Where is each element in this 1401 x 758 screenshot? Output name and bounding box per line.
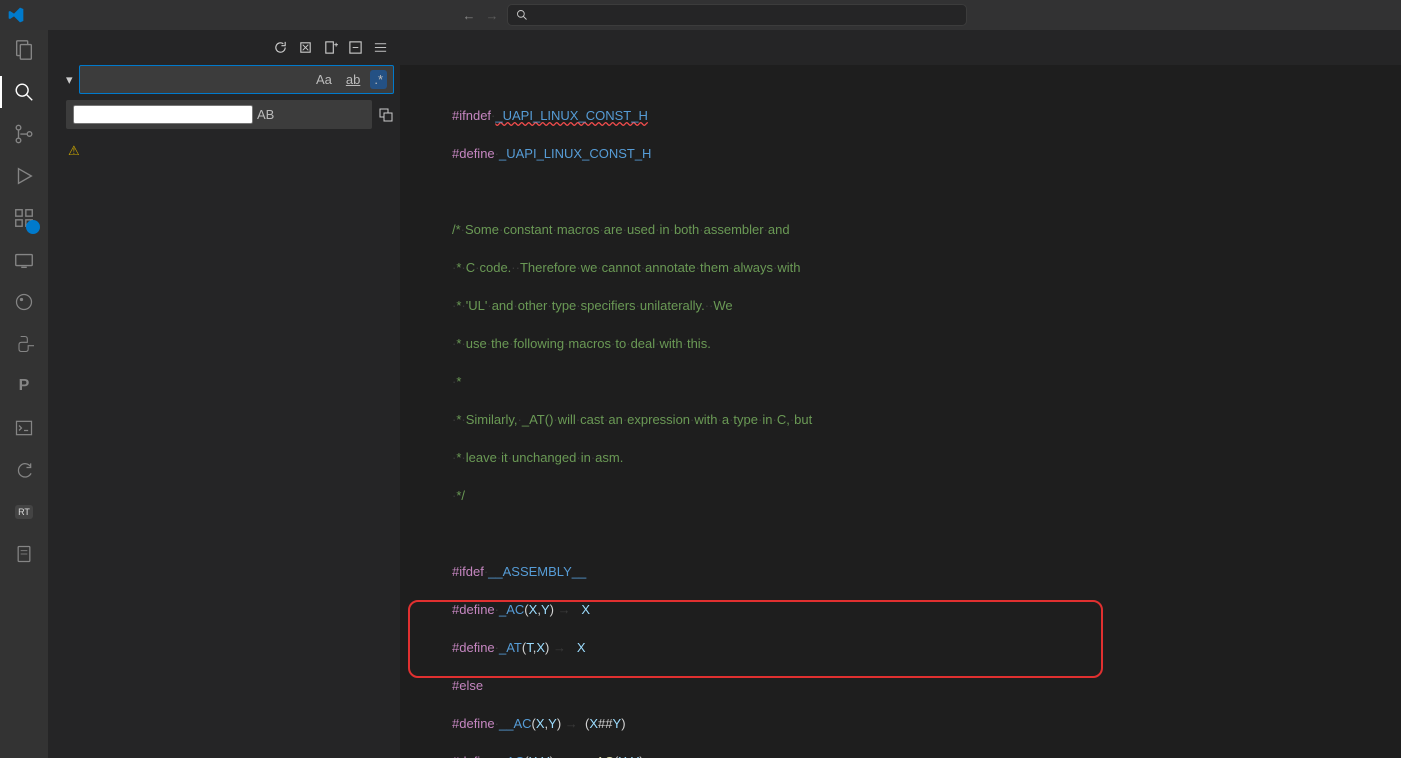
source-control-icon[interactable] — [12, 122, 36, 146]
new-file-icon[interactable] — [323, 40, 338, 55]
clear-icon[interactable] — [298, 40, 313, 55]
whole-word-toggle[interactable]: ab — [342, 70, 364, 89]
nav-fwd-icon[interactable]: → — [486, 8, 499, 23]
search-input-field[interactable] — [86, 72, 312, 87]
explorer-icon[interactable] — [12, 38, 36, 62]
command-center[interactable] — [507, 4, 967, 26]
highlight-box — [408, 600, 1103, 678]
remote-icon[interactable] — [12, 248, 36, 272]
expand-chevron-icon[interactable]: ▾ — [66, 72, 76, 88]
replace-all-icon[interactable] — [378, 107, 394, 123]
replace-input-field[interactable] — [73, 105, 253, 124]
view-list-icon[interactable] — [373, 40, 388, 55]
refresh-icon[interactable] — [273, 40, 288, 55]
vscode-logo-icon — [8, 7, 24, 23]
preserve-case-toggle[interactable]: AB — [253, 105, 278, 124]
run-debug-icon[interactable] — [12, 164, 36, 188]
python-icon[interactable] — [12, 332, 36, 356]
collapse-icon[interactable] — [348, 40, 363, 55]
regex-toggle[interactable]: .* — [370, 70, 387, 89]
rt-ext-icon[interactable]: RT — [12, 500, 36, 524]
files-icon[interactable] — [12, 542, 36, 566]
replace-input[interactable]: AB — [66, 100, 372, 129]
extensions-badge — [26, 220, 40, 234]
search-icon — [516, 9, 528, 21]
p-ext-icon[interactable]: P — [12, 374, 36, 398]
warning-icon: ⚠ — [68, 142, 80, 160]
extensions-icon[interactable] — [12, 206, 36, 230]
clang-icon[interactable] — [12, 290, 36, 314]
case-sensitive-toggle[interactable]: Aa — [312, 70, 336, 89]
search-input[interactable]: Aa ab .* — [79, 65, 394, 94]
sync-icon[interactable] — [12, 458, 36, 482]
nav-back-icon[interactable]: ← — [463, 8, 476, 23]
search-icon[interactable] — [12, 80, 36, 104]
terminal-icon[interactable] — [12, 416, 36, 440]
